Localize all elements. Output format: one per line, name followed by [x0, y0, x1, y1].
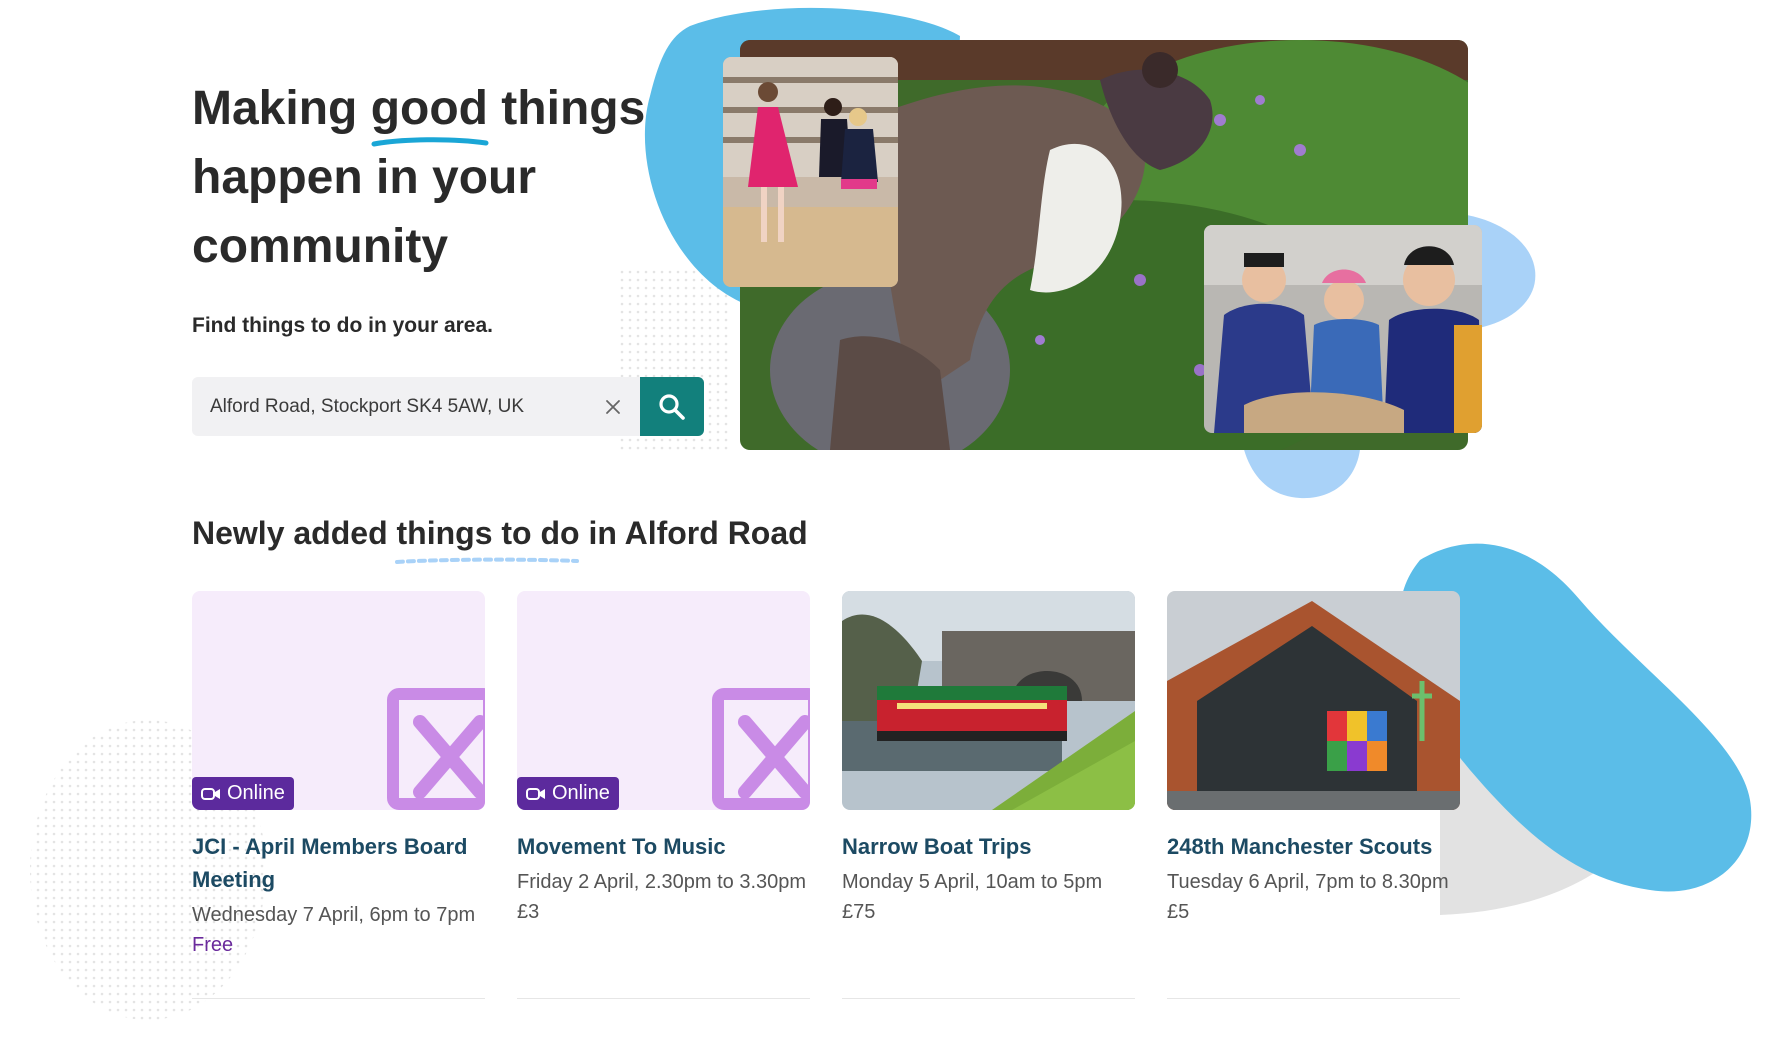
event-title[interactable]: Narrow Boat Trips: [842, 830, 1135, 863]
search-button[interactable]: [640, 377, 704, 436]
event-price: £75: [842, 901, 876, 923]
event-image-scout-hall: [1167, 591, 1460, 810]
card-divider: [192, 998, 485, 999]
card-divider: [842, 998, 1135, 999]
online-badge: Online: [517, 777, 619, 810]
hero-photo-dancers: [723, 57, 898, 287]
section-title: Newly added things to do in Alford Road: [192, 515, 808, 564]
card-divider: [1167, 998, 1460, 999]
event-date: Tuesday 6 April, 7pm to 8.30pm: [1167, 871, 1449, 893]
event-card[interactable]: Narrow Boat Trips Monday 5 April, 10am t…: [842, 591, 1135, 999]
event-card[interactable]: Online JCI - April Members Board Meeting…: [192, 591, 485, 999]
event-date: Friday 2 April, 2.30pm to 3.30pm: [517, 871, 807, 893]
event-title[interactable]: Movement To Music: [517, 830, 810, 863]
event-title[interactable]: 248th Manchester Scouts: [1167, 830, 1460, 863]
location-search-input[interactable]: [208, 394, 602, 419]
card-divider: [517, 998, 810, 999]
online-badge-label: Online: [552, 782, 610, 804]
location-search: [192, 377, 704, 436]
hero-subtitle: Find things to do in your area.: [192, 314, 494, 337]
event-card[interactable]: 248th Manchester Scouts Tuesday 6 April,…: [1167, 591, 1460, 999]
underline-swash: [371, 137, 489, 147]
event-price: £5: [1167, 901, 1190, 923]
search-icon: [659, 393, 685, 420]
event-image-narrow-boat: [842, 591, 1135, 810]
online-badge: Online: [192, 777, 294, 810]
hero-title: Making good things happen in your commun…: [192, 74, 652, 281]
hero-title-start: Making: [192, 82, 371, 135]
event-price: £3: [517, 901, 540, 923]
placeholder-logo-icon: [712, 688, 810, 810]
section-title-start: Newly added: [192, 515, 397, 551]
dashed-underline-decoration: [394, 557, 579, 564]
search-field-wrapper: [192, 377, 640, 436]
event-image-placeholder: Online: [517, 591, 810, 810]
section-title-highlight-text: things to do: [396, 515, 580, 551]
event-date: Wednesday 7 April, 6pm to 7pm: [192, 904, 476, 926]
hero-title-highlight-text: good: [370, 82, 488, 135]
event-card[interactable]: Online Movement To Music Friday 2 April,…: [517, 591, 810, 999]
event-price: Free: [192, 934, 234, 956]
video-camera-icon: [201, 787, 220, 800]
event-image-placeholder: Online: [192, 591, 485, 810]
online-badge-label: Online: [227, 782, 285, 804]
placeholder-logo-icon: [387, 688, 485, 810]
section-title-end: in Alford Road: [579, 515, 808, 551]
event-title[interactable]: JCI - April Members Board Meeting: [192, 830, 485, 896]
video-camera-icon: [526, 787, 545, 800]
hero-photo-cooking: [1204, 225, 1482, 433]
clear-icon[interactable]: [602, 396, 624, 418]
hero-title-highlight: good: [370, 74, 489, 147]
event-date: Monday 5 April, 10am to 5pm: [842, 871, 1103, 893]
section-title-highlight: things to do: [394, 515, 580, 564]
